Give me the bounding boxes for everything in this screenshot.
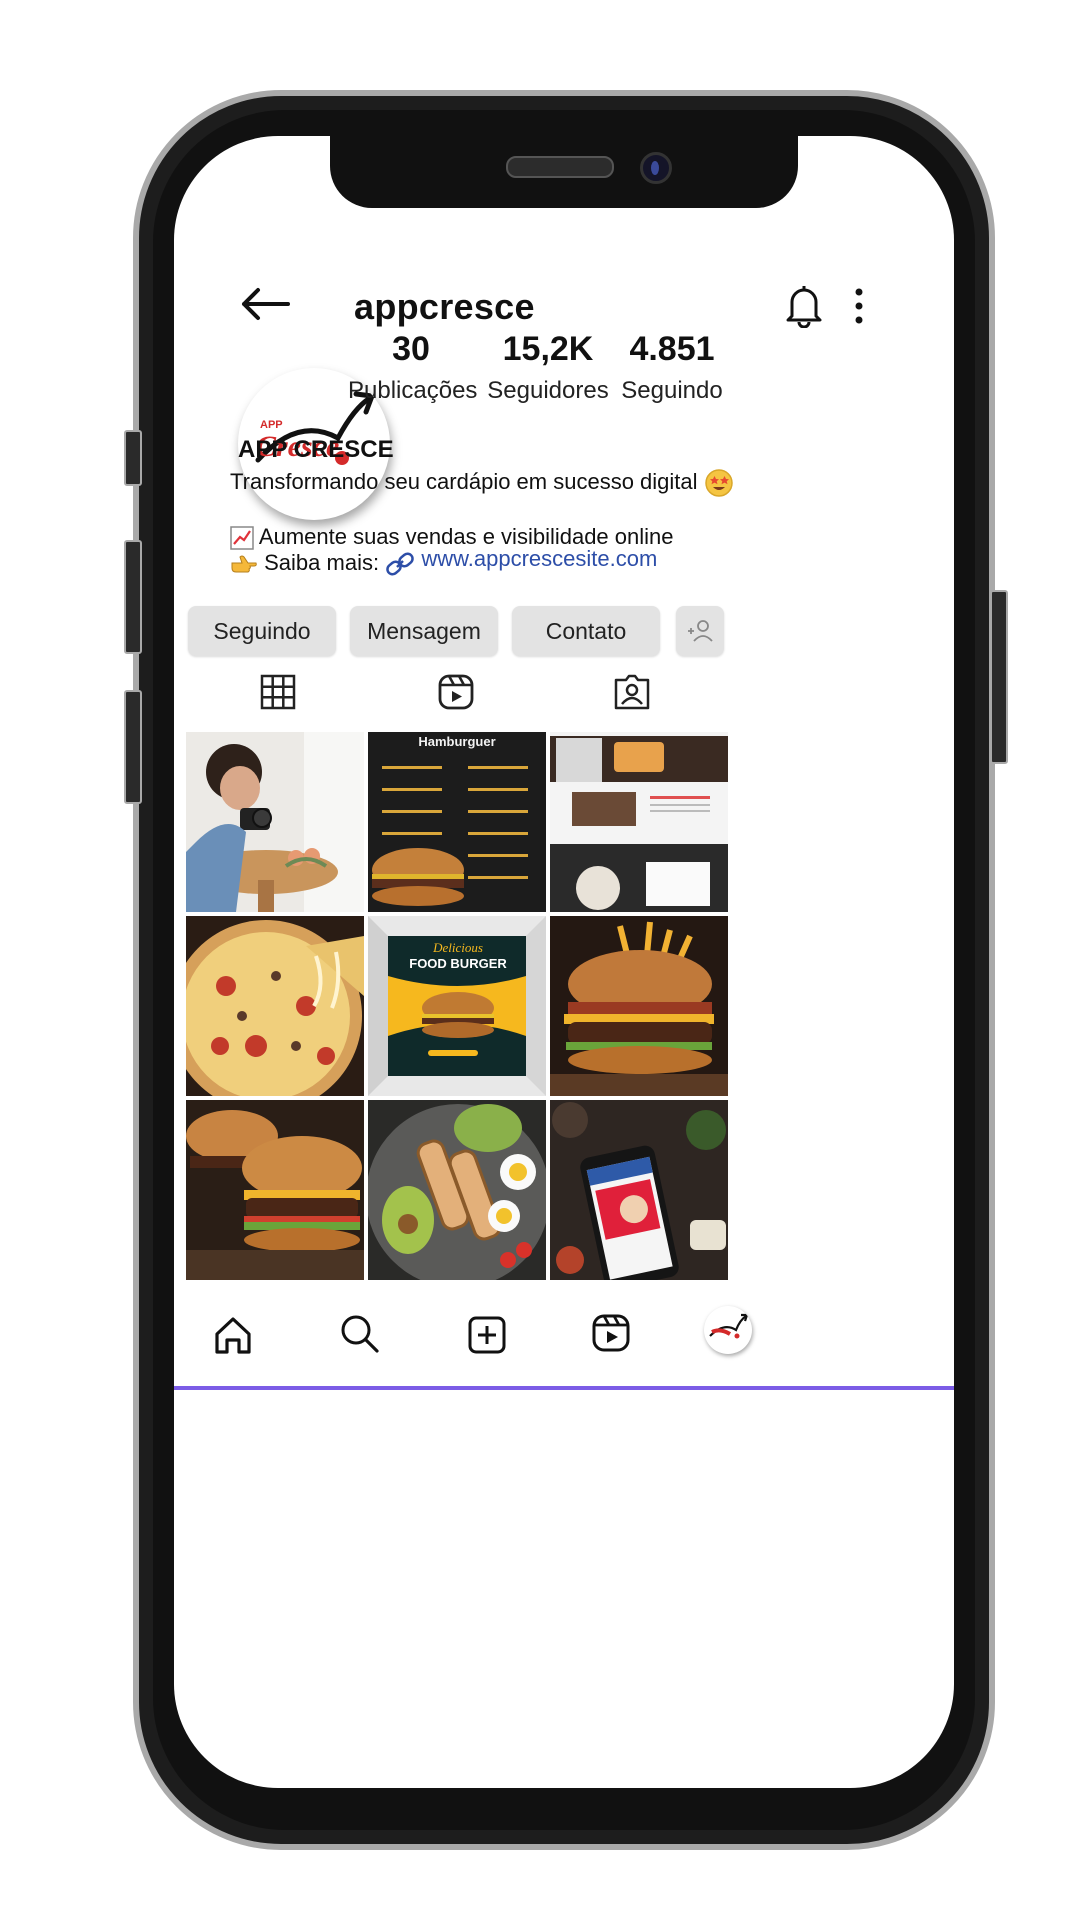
- website-link[interactable]: www.appcrescesite.com: [421, 546, 657, 571]
- bio-line-3: Saiba mais: www.appcrescesite.com: [230, 546, 657, 577]
- following-button[interactable]: Seguindo: [188, 606, 336, 656]
- contact-button[interactable]: Contato: [512, 606, 660, 656]
- profile-display-name: APP CRESCE: [238, 436, 394, 463]
- pointing-hand-emoji-icon: [231, 555, 257, 573]
- back-arrow-icon[interactable]: [238, 284, 292, 324]
- more-options-icon[interactable]: [854, 286, 864, 326]
- stat-following[interactable]: 4.851 Seguindo: [616, 330, 728, 405]
- side-button-power: [990, 590, 1008, 764]
- side-button-volume-down: [124, 690, 142, 804]
- notch: [330, 136, 798, 208]
- reels-nav-icon[interactable]: [590, 1312, 632, 1354]
- app-cresce-logo-small: [709, 1313, 749, 1339]
- profile-nav-avatar[interactable]: [704, 1306, 752, 1354]
- svg-text:Hamburguer: Hamburguer: [418, 734, 495, 749]
- followers-count: 15,2K: [502, 330, 594, 368]
- message-button[interactable]: Mensagem: [350, 606, 498, 656]
- posts-count: 30: [392, 330, 430, 368]
- post-phone-app[interactable]: [550, 1100, 728, 1280]
- link-icon: [386, 552, 414, 576]
- followers-label: Seguidores: [487, 377, 609, 404]
- stat-posts[interactable]: 30 Publicações: [348, 330, 478, 405]
- home-icon[interactable]: [212, 1314, 254, 1356]
- reels-tab-icon[interactable]: [436, 672, 476, 712]
- chart-increasing-emoji-icon: [230, 526, 254, 550]
- following-count: 4.851: [629, 330, 715, 368]
- stat-followers[interactable]: 15,2K Seguidores: [486, 330, 610, 405]
- post-burger-menu[interactable]: Hamburguer: [368, 732, 546, 912]
- following-label: Seguindo: [621, 377, 723, 404]
- svg-text:Delicious: Delicious: [432, 940, 483, 955]
- speaker: [506, 156, 614, 178]
- suggest-user-button[interactable]: [676, 606, 724, 656]
- posts-label: Publicações: [348, 377, 478, 404]
- search-icon[interactable]: [338, 1312, 380, 1354]
- post-chicken-salad[interactable]: [368, 1100, 546, 1280]
- side-button-mute: [124, 430, 142, 486]
- bio-line-1: Transformando seu cardápio em sucesso di…: [230, 468, 734, 498]
- post-food-burger-flyer[interactable]: Delicious FOOD BURGER: [368, 916, 546, 1096]
- screen: appcresce APP Cresce 30 Publicações 15,2…: [174, 136, 954, 1788]
- new-post-icon[interactable]: [466, 1314, 508, 1356]
- add-user-icon: [688, 620, 713, 642]
- star-struck-emoji-icon: [704, 469, 733, 497]
- post-double-burgers[interactable]: [186, 1100, 364, 1280]
- post-restaurant-website[interactable]: [550, 732, 728, 912]
- home-indicator-line: [174, 1386, 954, 1390]
- front-camera: [640, 152, 672, 184]
- post-pizza[interactable]: [186, 916, 364, 1096]
- svg-text:FOOD BURGER: FOOD BURGER: [409, 956, 507, 971]
- posts-grid: Hamburguer Delicious FOOD BURGER: [186, 732, 730, 1280]
- bell-icon[interactable]: [784, 284, 824, 328]
- tagged-tab-icon[interactable]: [612, 672, 652, 712]
- post-bacon-burger[interactable]: [550, 916, 728, 1096]
- side-button-volume-up: [124, 540, 142, 654]
- post-photographer[interactable]: [186, 732, 364, 912]
- profile-username: appcresce: [354, 286, 535, 327]
- grid-tab-icon[interactable]: [258, 672, 298, 712]
